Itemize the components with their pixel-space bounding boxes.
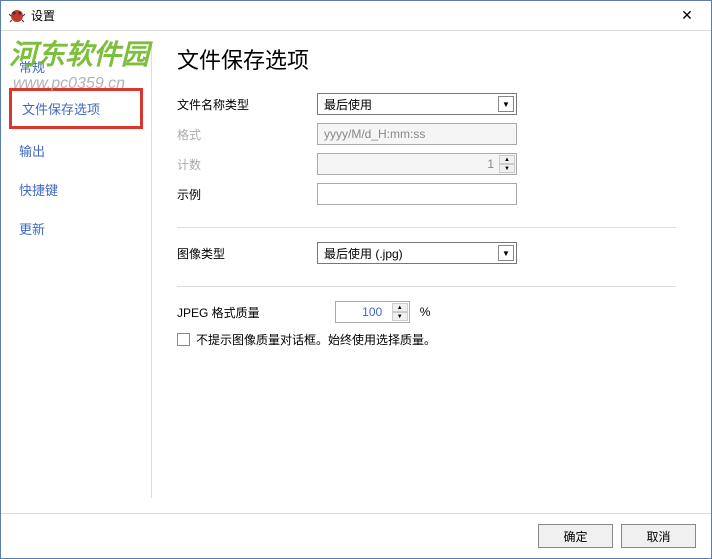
close-icon: ✕ [681, 7, 693, 24]
content: 河东软件园 www.pc0359.cn 常规 文件保存选项 输出 快捷键 更新 … [1, 31, 711, 513]
separator-2 [177, 286, 676, 287]
cancel-label: 取消 [646, 528, 670, 545]
jpeg-quality-label: JPEG 格式质量 [177, 304, 260, 321]
spinner-down-icon[interactable]: ▼ [392, 312, 408, 321]
settings-window: 设置 ✕ 河东软件园 www.pc0359.cn 常规 文件保存选项 输出 快捷… [0, 0, 712, 559]
ok-label: 确定 [563, 528, 587, 545]
image-type-select[interactable]: 最后使用 (.jpg) ▼ [317, 242, 517, 264]
filename-type-value: 最后使用 [324, 96, 372, 113]
separator-1 [177, 227, 676, 228]
format-label: 格式 [177, 126, 317, 143]
row-format: 格式 yyyy/M/d_H:mm:ss [177, 123, 676, 145]
count-label: 计数 [177, 156, 317, 173]
format-input: yyyy/M/d_H:mm:ss [317, 123, 517, 145]
cancel-button[interactable]: 取消 [621, 524, 696, 548]
titlebar-left: 设置 [9, 7, 55, 24]
titlebar: 设置 ✕ [1, 1, 711, 31]
sidebar-item-file-save[interactable]: 文件保存选项 [9, 88, 143, 129]
sidebar-item-update[interactable]: 更新 [9, 211, 143, 246]
example-label: 示例 [177, 186, 317, 203]
count-spinner-buttons: ▲ ▼ [499, 155, 515, 173]
image-type-label: 图像类型 [177, 245, 317, 262]
row-checkbox: 不提示图像质量对话框。始终使用选择质量。 [177, 331, 676, 348]
sidebar-item-output[interactable]: 输出 [9, 133, 143, 168]
chevron-down-icon: ▼ [498, 96, 514, 112]
window-title: 设置 [31, 7, 55, 24]
sidebar-item-shortcuts[interactable]: 快捷键 [9, 172, 143, 207]
filename-type-label: 文件名称类型 [177, 96, 317, 113]
spinner-up-icon: ▲ [499, 155, 515, 164]
checkbox-label: 不提示图像质量对话框。始终使用选择质量。 [196, 331, 436, 348]
filename-type-select[interactable]: 最后使用 ▼ [317, 93, 517, 115]
row-image-type: 图像类型 最后使用 (.jpg) ▼ [177, 242, 676, 264]
row-jpeg-quality: JPEG 格式质量 100 ▲ ▼ % [177, 301, 676, 323]
count-value: 1 [318, 157, 516, 171]
main-panel: 文件保存选项 文件名称类型 最后使用 ▼ 格式 yyyy/M/d_H:mm:ss… [152, 31, 711, 513]
spinner-down-icon: ▼ [499, 164, 515, 173]
format-value: yyyy/M/d_H:mm:ss [324, 127, 425, 141]
image-type-value: 最后使用 (.jpg) [324, 245, 403, 262]
jpeg-spinner-buttons: ▲ ▼ [392, 303, 408, 321]
chevron-down-icon: ▼ [498, 245, 514, 261]
spinner-up-icon[interactable]: ▲ [392, 303, 408, 312]
row-example: 示例 [177, 183, 676, 205]
jpeg-percent: % [420, 305, 431, 319]
ok-button[interactable]: 确定 [538, 524, 613, 548]
example-input[interactable] [317, 183, 517, 205]
footer: 确定 取消 [1, 513, 711, 558]
close-button[interactable]: ✕ [667, 3, 707, 29]
count-spinner: 1 ▲ ▼ [317, 153, 517, 175]
row-filename-type: 文件名称类型 最后使用 ▼ [177, 93, 676, 115]
sidebar: 常规 文件保存选项 输出 快捷键 更新 [1, 31, 151, 513]
suppress-dialog-checkbox[interactable] [177, 333, 190, 346]
app-icon [9, 8, 25, 24]
row-count: 计数 1 ▲ ▼ [177, 153, 676, 175]
page-title: 文件保存选项 [177, 43, 676, 75]
jpeg-quality-spinner[interactable]: 100 ▲ ▼ [335, 301, 410, 323]
sidebar-item-general[interactable]: 常规 [9, 49, 143, 84]
